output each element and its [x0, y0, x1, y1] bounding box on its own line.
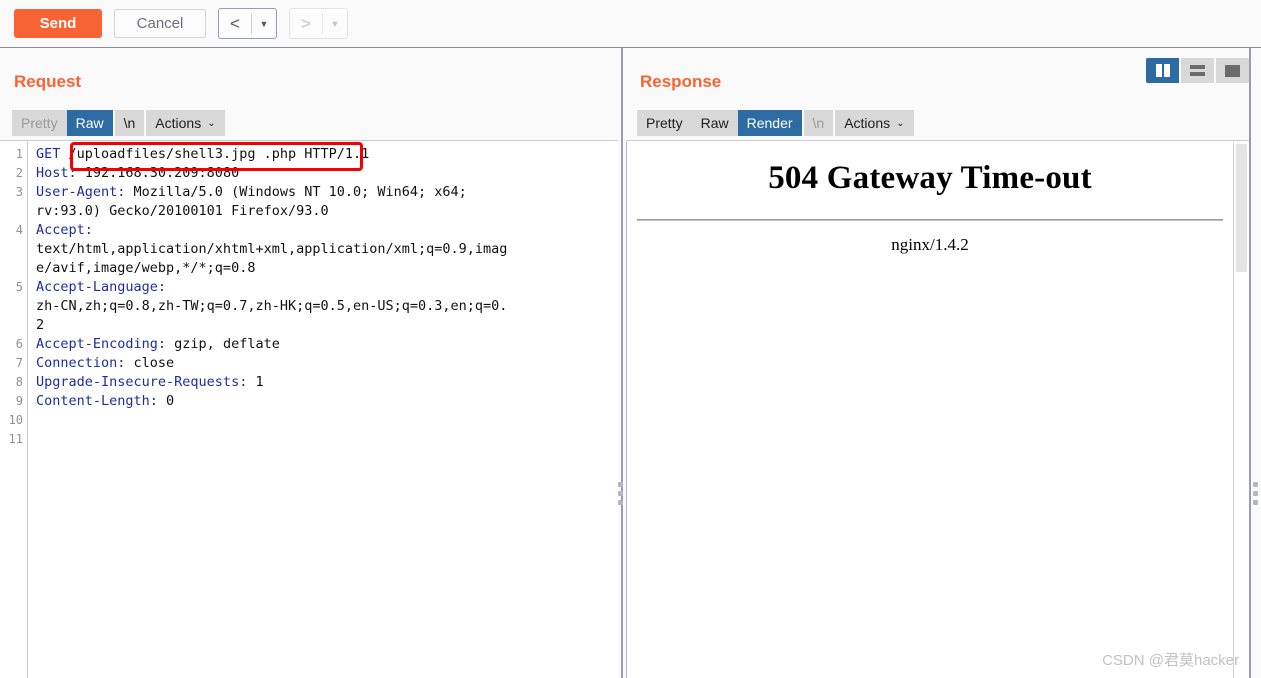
tab-response-render[interactable]: Render — [737, 110, 802, 136]
response-scrollbar[interactable] — [1233, 142, 1249, 678]
request-line[interactable]: e/avif,image/webp,*/*;q=0.8 — [28, 259, 618, 278]
header-value: e/avif,image/webp,*/*;q=0.8 — [36, 260, 256, 276]
header-name: Connection: — [36, 355, 126, 371]
request-line[interactable]: Content-Length: 0 — [28, 392, 618, 411]
chevron-right-icon: > — [301, 13, 311, 33]
request-line[interactable]: rv:93.0) Gecko/20100101 Firefox/93.0 — [28, 202, 618, 221]
chevron-down-icon: ⌄ — [207, 117, 216, 129]
header-name: Upgrade-Insecure-Requests: — [36, 374, 248, 390]
request-editor[interactable]: 1 2 3 4 5 6 7 8 9 10 11 GET /uploadfiles/shell3.jp… — [0, 140, 618, 678]
single-view-icon — [1225, 64, 1240, 77]
response-tabbar: Pretty Raw Render \n Actions ⌄ — [637, 110, 914, 136]
panel-splitter[interactable] — [618, 48, 626, 678]
tab-response-newline[interactable]: \n — [801, 110, 834, 136]
tab-response-raw[interactable]: Raw — [691, 110, 738, 136]
request-tabbar: Pretty Raw \n Actions ⌄ — [12, 110, 225, 136]
header-value: close — [125, 355, 175, 371]
line-number: 10 — [8, 413, 23, 427]
layout-single-view-button[interactable] — [1216, 58, 1249, 83]
line-number: 6 — [15, 337, 23, 351]
send-button[interactable]: Send — [14, 9, 102, 38]
split-view-icon — [1155, 64, 1170, 77]
line-number: 11 — [8, 432, 23, 446]
line-number: 8 — [15, 375, 23, 389]
header-name: Accept: — [36, 222, 93, 238]
line-number: 2 — [15, 166, 23, 180]
header-value: 0 — [157, 393, 175, 409]
request-line[interactable]: Host: 192.168.30.209:8080 — [28, 164, 618, 183]
rendered-response-frame: 504 Gateway Time-out nginx/1.4.2 — [626, 142, 1233, 678]
tab-request-actions-label: Actions — [155, 115, 202, 131]
tab-response-actions[interactable]: Actions ⌄ — [833, 110, 914, 136]
header-value: /uploadfiles/shell3.jpg .php HTTP/1.1 — [68, 146, 370, 162]
prev-request-button[interactable]: < ▼ — [218, 8, 277, 39]
request-line[interactable]: zh-CN,zh;q=0.8,zh-TW;q=0.7,zh-HK;q=0.5,e… — [28, 297, 618, 316]
request-line[interactable]: text/html,application/xhtml+xml,applicat… — [28, 240, 618, 259]
line-number: 7 — [15, 356, 23, 370]
request-line[interactable]: Accept: — [28, 221, 618, 240]
request-panel-title: Request — [14, 72, 82, 91]
tab-request-newline[interactable]: \n — [112, 110, 145, 136]
chevron-left-icon: < — [230, 13, 240, 33]
line-number-gutter: 1 2 3 4 5 6 7 8 9 10 11 — [0, 141, 28, 678]
header-value: Mozilla/5.0 (Windows NT 10.0; Win64; x64… — [125, 184, 467, 200]
tab-request-actions[interactable]: Actions ⌄ — [144, 110, 225, 136]
top-toolbar: Send Cancel < ▼ > ▼ — [0, 0, 1261, 48]
response-scrollbar-thumb[interactable] — [1236, 144, 1247, 272]
stacked-view-icon — [1190, 65, 1205, 76]
server-signature: nginx/1.4.2 — [891, 235, 969, 254]
request-line[interactable]: Upgrade-Insecure-Requests: 1 — [28, 373, 618, 392]
response-panel-title: Response — [640, 72, 722, 91]
header-value: 2 — [36, 317, 45, 333]
line-number: 4 — [15, 223, 23, 237]
horizontal-rule — [637, 219, 1223, 221]
splitter-grip[interactable] — [1253, 482, 1258, 505]
header-value: text/html,application/xhtml+xml,applicat… — [36, 241, 508, 257]
header-value: 1 — [247, 374, 264, 390]
request-line[interactable]: Connection: close — [28, 354, 618, 373]
header-name: Host: — [36, 165, 77, 181]
request-line[interactable]: GET /uploadfiles/shell3.jpg .php HTTP/1.… — [28, 145, 618, 164]
tab-response-actions-label: Actions — [844, 115, 891, 131]
header-name: Accept-Encoding: — [36, 336, 167, 352]
header-value: 192.168.30.209:8080 — [76, 165, 240, 181]
chevron-down-icon[interactable]: ▼ — [323, 9, 347, 38]
tab-request-raw[interactable]: Raw — [66, 110, 113, 136]
request-line[interactable]: Accept-Encoding: gzip, deflate — [28, 335, 618, 354]
header-name: GET — [36, 146, 69, 162]
header-value: rv:93.0) Gecko/20100101 Firefox/93.0 — [36, 203, 329, 219]
right-edge-splitter[interactable] — [1249, 48, 1261, 678]
splitter-bar — [1249, 48, 1251, 678]
header-name: Accept-Language: — [36, 279, 167, 295]
chevron-down-icon: ⌄ — [896, 117, 905, 129]
request-code-area[interactable]: GET /uploadfiles/shell3.jpg .php HTTP/1.… — [28, 141, 618, 678]
tab-response-pretty[interactable]: Pretty — [637, 110, 692, 136]
response-pane: 504 Gateway Time-out nginx/1.4.2 — [626, 140, 1249, 678]
layout-toggle-group — [1146, 58, 1249, 83]
request-line[interactable]: User-Agent: Mozilla/5.0 (Windows NT 10.0… — [28, 183, 618, 202]
splitter-grip[interactable] — [618, 482, 623, 505]
next-request-button[interactable]: > ▼ — [289, 8, 348, 39]
line-number: 9 — [15, 394, 23, 408]
splitter-bar — [621, 48, 623, 678]
cancel-button[interactable]: Cancel — [114, 9, 206, 38]
line-number: 5 — [15, 280, 23, 294]
request-line[interactable]: Accept-Language: — [28, 278, 618, 297]
request-line[interactable]: 2 — [28, 316, 618, 335]
line-number: 1 — [15, 147, 23, 161]
header-name: User-Agent: — [36, 184, 126, 200]
layout-split-view-button[interactable] — [1146, 58, 1181, 83]
layout-stacked-view-button[interactable] — [1181, 58, 1216, 83]
header-value: gzip, deflate — [166, 336, 280, 352]
header-name: Content-Length: — [36, 393, 158, 409]
chevron-down-icon[interactable]: ▼ — [252, 9, 276, 38]
tab-request-pretty[interactable]: Pretty — [12, 110, 67, 136]
header-value: zh-CN,zh;q=0.8,zh-TW;q=0.7,zh-HK;q=0.5,e… — [36, 298, 508, 314]
error-heading: 504 Gateway Time-out — [768, 160, 1092, 196]
line-number: 3 — [15, 185, 23, 199]
